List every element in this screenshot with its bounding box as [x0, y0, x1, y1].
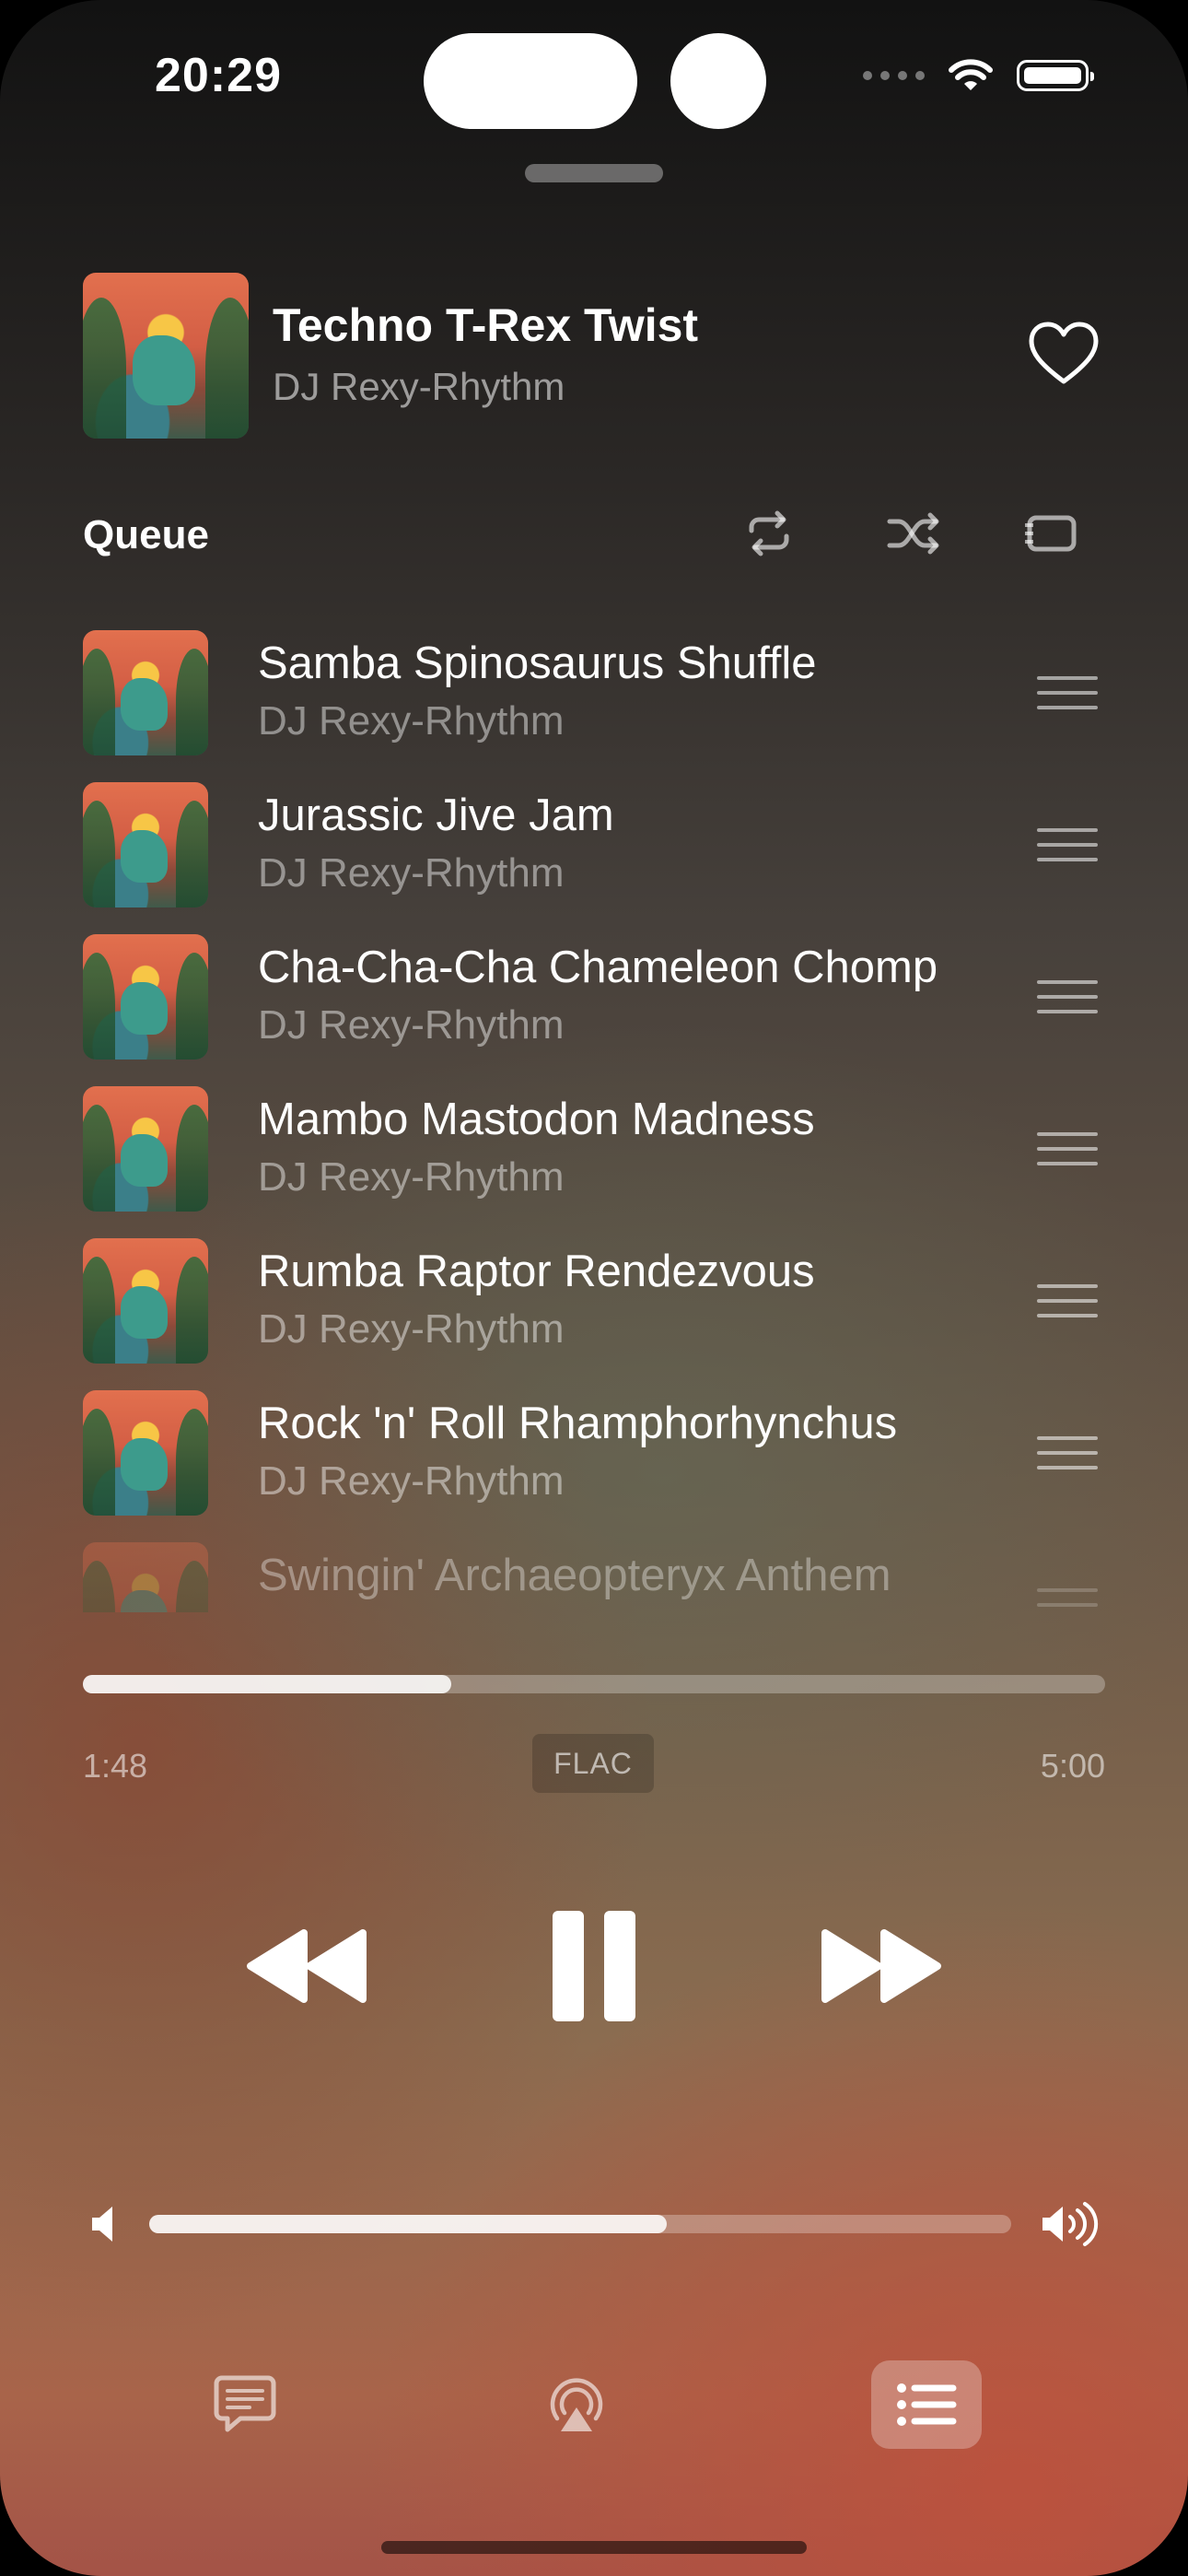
now-playing-artist[interactable]: DJ Rexy-Rhythm [273, 365, 565, 409]
autoplay-icon[interactable] [1022, 505, 1079, 562]
track-artwork [83, 782, 208, 907]
track-title: Jurassic Jive Jam [258, 790, 614, 840]
fast-forward-icon[interactable] [820, 1911, 950, 2021]
repeat-icon[interactable] [740, 505, 798, 562]
queue-list[interactable]: Samba Spinosaurus Shuffle DJ Rexy-Rhythm… [0, 617, 1188, 1612]
now-playing-title[interactable]: Techno T-Rex Twist [273, 299, 698, 352]
home-indicator[interactable] [381, 2541, 807, 2554]
volume-level-fill [149, 2215, 667, 2233]
track-title: Samba Spinosaurus Shuffle [258, 638, 817, 688]
sheet-grabber[interactable] [525, 164, 663, 182]
track-artist: DJ Rexy-Rhythm [258, 850, 565, 896]
reorder-handle-icon[interactable] [1037, 1588, 1098, 1612]
reorder-handle-icon[interactable] [1037, 980, 1098, 1013]
battery-icon [1017, 60, 1094, 91]
track-title: Swingin' Archaeopteryx Anthem [258, 1551, 891, 1600]
volume-slider[interactable] [149, 2215, 1011, 2233]
track-title: Rock 'n' Roll Rhamphorhynchus [258, 1399, 898, 1448]
cellular-signal-icon [863, 71, 925, 80]
now-playing-artwork[interactable] [83, 273, 249, 439]
queue-item[interactable]: Samba Spinosaurus Shuffle DJ Rexy-Rhythm [0, 617, 1188, 769]
queue-list-icon [897, 2383, 957, 2426]
reorder-handle-icon[interactable] [1037, 1132, 1098, 1165]
track-artwork [83, 1390, 208, 1516]
audio-format-badge[interactable]: FLAC [532, 1734, 654, 1793]
lyrics-button[interactable] [190, 2360, 300, 2449]
reorder-handle-icon[interactable] [1037, 828, 1098, 861]
volume-high-icon [1042, 2202, 1099, 2246]
queue-item[interactable]: Cha-Cha-Cha Chameleon Chomp DJ Rexy-Rhyt… [0, 921, 1188, 1073]
wifi-icon [949, 59, 993, 90]
status-indicators [863, 59, 1094, 92]
track-title: Cha-Cha-Cha Chameleon Chomp [258, 943, 938, 992]
status-time: 20:29 [155, 49, 282, 102]
heart-outline-icon[interactable] [1028, 321, 1100, 387]
shuffle-icon[interactable] [886, 505, 943, 562]
track-artwork [83, 1238, 208, 1364]
track-artwork [83, 630, 208, 755]
elapsed-time: 1:48 [83, 1747, 148, 1785]
queue-button[interactable] [871, 2360, 982, 2449]
track-artist: DJ Rexy-Rhythm [258, 1458, 565, 1504]
queue-item[interactable]: Mambo Mastodon Madness DJ Rexy-Rhythm [0, 1073, 1188, 1225]
queue-heading: Queue [83, 512, 209, 557]
dynamic-island-camera [670, 33, 766, 129]
playback-progress-fill [83, 1675, 451, 1693]
track-artwork [83, 1542, 208, 1612]
queue-item[interactable]: Swingin' Archaeopteryx Anthem [0, 1529, 1188, 1612]
track-artist: DJ Rexy-Rhythm [258, 698, 565, 744]
music-player-screen: 20:29 Techno T-Rex Twist DJ Rexy-Rhythm … [0, 0, 1188, 2576]
reorder-handle-icon[interactable] [1037, 1284, 1098, 1317]
lyrics-icon [214, 2375, 276, 2432]
track-title: Mambo Mastodon Madness [258, 1095, 815, 1144]
track-artwork [83, 1086, 208, 1212]
dynamic-island [424, 33, 637, 129]
airplay-button[interactable] [521, 2360, 632, 2449]
queue-item[interactable]: Rock 'n' Roll Rhamphorhynchus DJ Rexy-Rh… [0, 1377, 1188, 1529]
track-artist: DJ Rexy-Rhythm [258, 1002, 565, 1048]
reorder-handle-icon[interactable] [1037, 676, 1098, 709]
airplay-audio-icon [550, 2378, 603, 2431]
queue-item[interactable]: Jurassic Jive Jam DJ Rexy-Rhythm [0, 769, 1188, 921]
queue-item[interactable]: Rumba Raptor Rendezvous DJ Rexy-Rhythm [0, 1225, 1188, 1377]
pause-button[interactable] [553, 1911, 635, 2021]
total-time: 5:00 [1040, 1747, 1105, 1785]
track-title: Rumba Raptor Rendezvous [258, 1247, 815, 1296]
reorder-handle-icon[interactable] [1037, 1436, 1098, 1469]
volume-low-icon [92, 2207, 112, 2242]
track-artist: DJ Rexy-Rhythm [258, 1306, 565, 1352]
rewind-icon[interactable] [238, 1911, 368, 2021]
track-artwork [83, 934, 208, 1060]
pause-icon [553, 1911, 584, 2021]
track-artist: DJ Rexy-Rhythm [258, 1154, 565, 1200]
playback-scrubber[interactable] [83, 1675, 1105, 1693]
